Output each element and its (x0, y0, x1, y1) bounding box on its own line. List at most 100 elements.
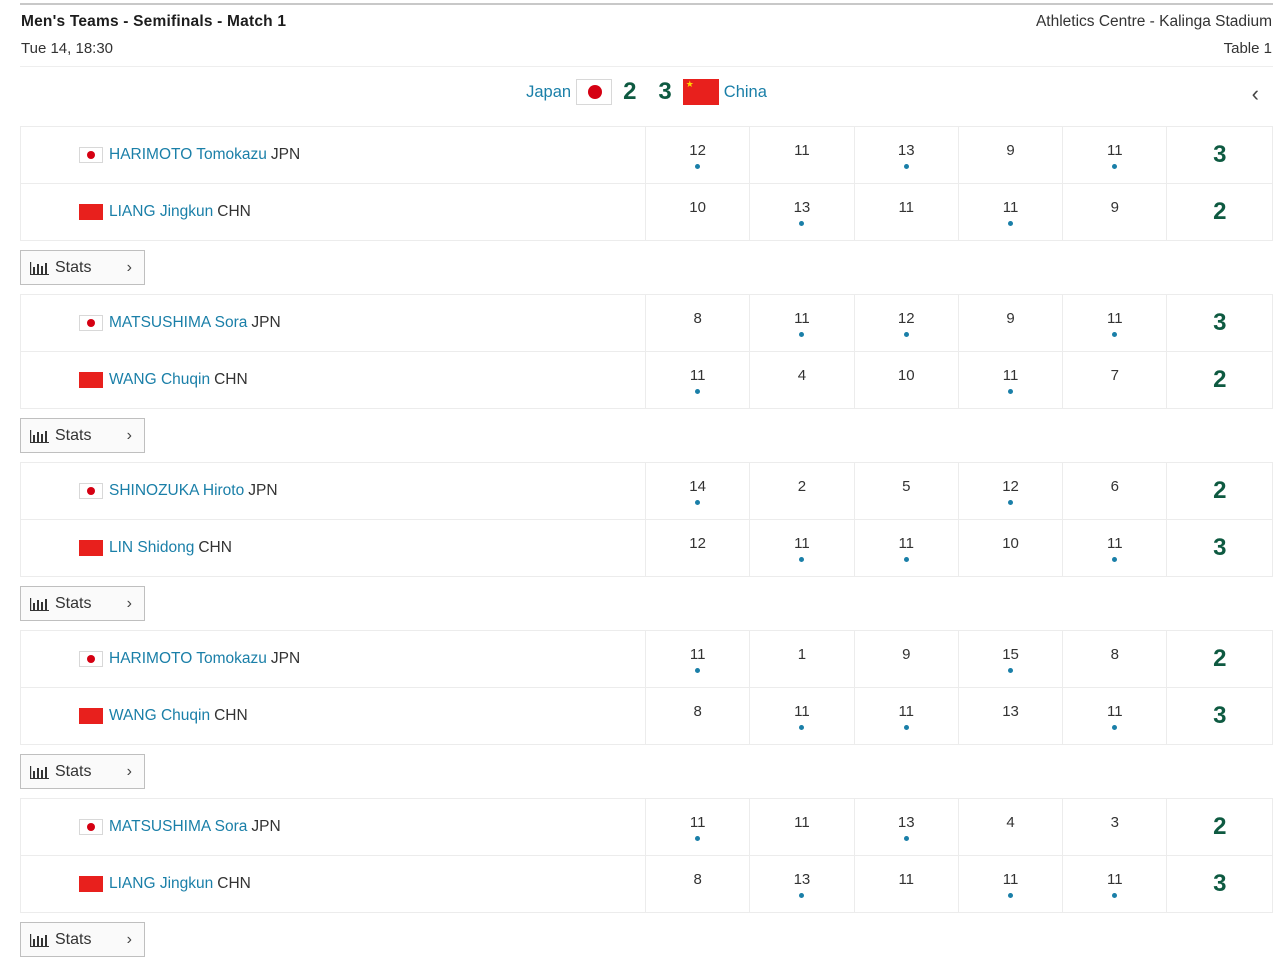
chevron-right-icon: › (126, 426, 132, 444)
player-name-link[interactable]: SHINOZUKA Hiroto (109, 482, 244, 500)
game-score: 11 (1107, 702, 1123, 720)
country-code: CHN (217, 875, 251, 892)
japan-flag-icon (576, 79, 613, 105)
player-name-link[interactable]: LIN Shidong (109, 539, 194, 557)
game-won-indicator (1008, 667, 1014, 673)
player-cell: SHINOZUKA Hiroto JPN (21, 463, 646, 519)
game-score: 12 (689, 141, 706, 159)
game-score: 11 (1107, 870, 1123, 888)
stats-button[interactable]: Stats › (20, 250, 145, 285)
match-total-score: 2 (1213, 477, 1227, 504)
japan-flag-icon (79, 315, 103, 331)
game-score: 12 (689, 534, 706, 552)
stats-label: Stats (55, 762, 92, 780)
game-score: 5 (902, 477, 911, 495)
game-score: 8 (693, 309, 702, 327)
game-won-indicator (799, 220, 805, 226)
player-row: HARIMOTO Tomokazu JPN 12 11 13 9 11 3 (20, 126, 1273, 184)
game-score: 1 (797, 645, 807, 663)
game-score: 11 (898, 198, 915, 216)
stats-button[interactable]: Stats › (20, 586, 145, 621)
game-score-cell: 11 (855, 184, 959, 240)
player-row: LIANG Jingkun CHN 10 13 11 11 9 2 (20, 183, 1273, 241)
game-score: 11 (1107, 534, 1123, 552)
player-name-link[interactable]: LIANG Jingkun (109, 203, 213, 221)
game-won-indicator (695, 499, 701, 505)
game-score: 9 (1110, 198, 1119, 216)
chevron-left-icon[interactable]: ‹ (1252, 81, 1259, 107)
player-name-link[interactable]: HARIMOTO Tomokazu (109, 146, 267, 164)
stats-button[interactable]: Stats › (20, 922, 145, 957)
game-score-cell: 4 (750, 352, 855, 408)
player-name-link[interactable]: WANG Chuqin (109, 371, 210, 389)
player-name-link[interactable]: LIANG Jingkun (109, 875, 213, 893)
game-score-cell: 13 (750, 856, 855, 912)
game-score-cell: 9 (1063, 184, 1168, 240)
venue-info: Athletics Centre - Kalinga Stadium Table… (1036, 13, 1272, 57)
game-score-cell: 11 (1063, 127, 1168, 183)
match-total-score: 2 (1213, 813, 1227, 840)
country-code: CHN (217, 203, 251, 220)
game-score-cell: 9 (855, 631, 959, 687)
game-won-indicator (799, 556, 805, 562)
stats-label: Stats (55, 426, 92, 444)
game-score-cell: 12 (646, 127, 751, 183)
game-won-indicator (1008, 220, 1014, 226)
player-name-link[interactable]: MATSUSHIMA Sora (109, 314, 247, 332)
game-score-cell: 8 (646, 688, 751, 744)
china-flag-icon (79, 708, 103, 724)
game-score-cell: 9 (959, 295, 1064, 351)
game-won-indicator (1112, 724, 1118, 730)
game-score: 11 (1107, 309, 1123, 327)
stats-button[interactable]: Stats › (20, 754, 145, 789)
game-score-cell: 11 (1063, 295, 1168, 351)
player-cell: WANG Chuqin CHN (21, 688, 646, 744)
game-won-indicator (1112, 556, 1118, 562)
game-won-indicator (1008, 499, 1014, 505)
home-team-link[interactable]: Japan (526, 83, 571, 102)
match-header: Men's Teams - Semifinals - Match 1 Tue 1… (21, 13, 286, 57)
game-won-indicator (903, 835, 909, 841)
china-flag-icon (79, 540, 103, 556)
game-won-indicator (903, 163, 909, 169)
bar-chart-icon (30, 933, 49, 947)
game-score-cell: 4 (959, 799, 1064, 855)
japan-flag-icon (79, 147, 103, 163)
game-score: 11 (1107, 141, 1123, 159)
japan-flag-icon (79, 483, 103, 499)
game-score: 8 (1110, 645, 1119, 663)
game-score-cell: 8 (646, 856, 751, 912)
game-score: 11 (898, 702, 915, 720)
game-score-cell: 11 (959, 184, 1064, 240)
game-score: 6 (1110, 477, 1119, 495)
country-code: CHN (198, 539, 232, 556)
bar-chart-icon (30, 261, 49, 275)
china-flag-icon: ★ (682, 79, 719, 105)
country-code: JPN (248, 482, 278, 499)
game-won-indicator (1112, 331, 1118, 337)
game-won-indicator (1008, 892, 1014, 898)
game-score: 11 (794, 141, 810, 159)
stats-button[interactable]: Stats › (20, 418, 145, 453)
game-won-indicator (799, 892, 805, 898)
player-name-link[interactable]: HARIMOTO Tomokazu (109, 650, 267, 668)
player-row: WANG Chuqin CHN 11 4 10 11 7 2 (20, 351, 1273, 409)
game-score-cell: 11 (855, 688, 959, 744)
match-total-score: 3 (1213, 870, 1227, 897)
game-score-cell: 11 (646, 352, 751, 408)
game-score: 13 (897, 813, 915, 831)
chevron-right-icon: › (126, 930, 132, 948)
game-score-cell: 9 (959, 127, 1064, 183)
game-score: 11 (794, 702, 810, 720)
japan-flag-icon (79, 651, 103, 667)
game-score: 14 (689, 477, 706, 495)
away-team-link[interactable]: China (724, 83, 767, 102)
game-score-cell: 11 (959, 352, 1064, 408)
player-name-link[interactable]: MATSUSHIMA Sora (109, 818, 247, 836)
game-score-cell: 6 (1063, 463, 1168, 519)
match-total-score: 3 (1213, 141, 1227, 168)
game-won-indicator (695, 667, 701, 673)
player-cell: HARIMOTO Tomokazu JPN (21, 127, 646, 183)
game-score: 13 (793, 198, 811, 216)
player-name-link[interactable]: WANG Chuqin (109, 707, 210, 725)
